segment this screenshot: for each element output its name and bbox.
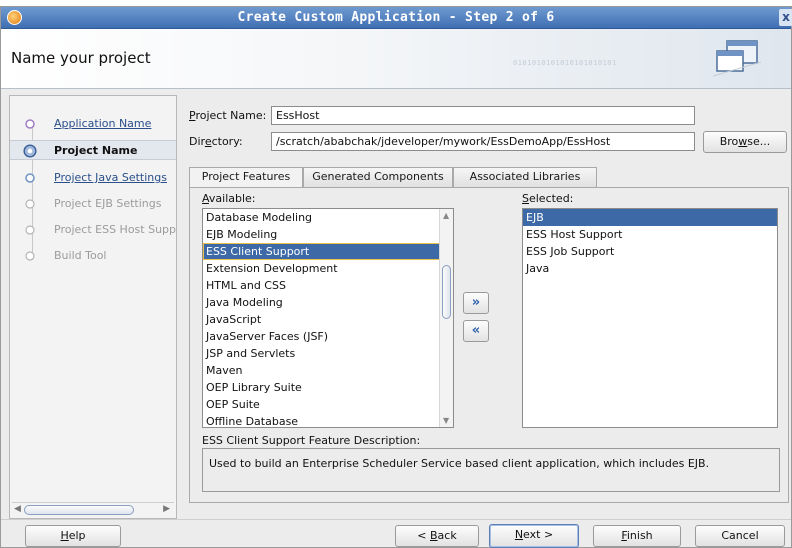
- wizard-window: Create Custom Application - Step 2 of 6 …: [0, 6, 792, 548]
- nav-step-application-name[interactable]: Application Name: [10, 114, 176, 134]
- tab-project-features[interactable]: Project Features: [189, 167, 303, 188]
- feature-list-item[interactable]: Extension Development: [203, 260, 453, 277]
- scroll-down-icon[interactable]: ▼: [443, 416, 449, 425]
- nav-step-project-name[interactable]: Project Name: [10, 140, 176, 160]
- feature-list-item[interactable]: Java Modeling: [203, 294, 453, 311]
- feature-list-item[interactable]: ESS Job Support: [523, 243, 777, 260]
- remove-feature-button[interactable]: «: [463, 320, 489, 342]
- feature-list-item[interactable]: Java: [523, 260, 777, 277]
- scroll-right-icon[interactable]: ▶: [163, 504, 170, 514]
- wizard-window-icon: [713, 40, 761, 77]
- available-label: Available:: [202, 192, 256, 205]
- binary-decoration: 0101010101010101010101: [513, 59, 617, 67]
- feature-tabs: Project Features Generated Components As…: [189, 167, 789, 188]
- scrollbar-thumb[interactable]: [442, 265, 451, 319]
- step-pending-icon: [25, 225, 35, 235]
- wizard-steps-nav: Application Name Project Name Project Ja…: [9, 95, 177, 519]
- available-features-list[interactable]: Database Modeling EJB Modeling ESS Client …: [202, 208, 454, 428]
- nav-step-build-tool: Build Tool: [10, 246, 176, 266]
- nav-step-project-ess-host-support: Project ESS Host Supp: [10, 220, 176, 240]
- project-name-label: Project Name:: [189, 109, 267, 122]
- nav-step-label: Project Name: [54, 144, 138, 157]
- project-features-panel: Available: Database Modeling EJB Modeling…: [189, 187, 789, 503]
- scrollbar-thumb[interactable]: [24, 505, 134, 515]
- add-feature-button[interactable]: »: [463, 292, 489, 314]
- directory-label: Directory:: [189, 135, 243, 148]
- finish-button[interactable]: Finish: [593, 525, 681, 547]
- page-title: Name your project: [11, 49, 151, 67]
- feature-list-item[interactable]: EJB Modeling: [203, 226, 453, 243]
- main-panel: Project Name: EssHost Directory: /scratc…: [185, 95, 791, 519]
- step-visited-icon: [25, 173, 35, 183]
- feature-list-item[interactable]: JavaScript: [203, 311, 453, 328]
- next-button[interactable]: Next >: [489, 524, 579, 548]
- wizard-header: Name your project 0101010101010101010101: [1, 29, 791, 89]
- title-bar[interactable]: Create Custom Application - Step 2 of 6 …: [1, 7, 792, 29]
- nav-step-project-java-settings[interactable]: Project Java Settings: [10, 168, 176, 188]
- feature-list-item[interactable]: ESS Client Support: [203, 243, 453, 260]
- feature-list-item[interactable]: Maven: [203, 362, 453, 379]
- browse-button[interactable]: Browse...: [703, 131, 787, 153]
- nav-step-label: Application Name: [54, 117, 152, 130]
- feature-list-item[interactable]: EJB: [523, 209, 777, 226]
- selected-features-list[interactable]: EJB ESS Host Support ESS Job Support Java: [522, 208, 778, 428]
- nav-step-label: Project Java Settings: [54, 171, 167, 184]
- nav-step-project-ejb-settings: Project EJB Settings: [10, 194, 176, 214]
- back-button[interactable]: < Back: [395, 525, 479, 547]
- selected-label: Selected:: [522, 192, 574, 205]
- step-current-icon: [23, 144, 37, 158]
- help-button[interactable]: Help: [25, 525, 121, 547]
- window-title: Create Custom Application - Step 2 of 6: [237, 10, 555, 25]
- nav-step-label: Project EJB Settings: [54, 197, 162, 210]
- tab-associated-libraries[interactable]: Associated Libraries: [453, 167, 597, 187]
- cancel-button[interactable]: Cancel: [695, 525, 785, 547]
- feature-list-item[interactable]: OEP Suite: [203, 396, 453, 413]
- footer-separator: [1, 519, 791, 520]
- directory-input[interactable]: /scratch/ababchak/jdeveloper/mywork/EssD…: [271, 132, 695, 151]
- step-pending-icon: [25, 199, 35, 209]
- feature-list-item[interactable]: ESS Host Support: [523, 226, 777, 243]
- scroll-up-icon[interactable]: ▲: [443, 211, 449, 220]
- scroll-left-icon[interactable]: ◀: [14, 504, 21, 514]
- feature-list-item[interactable]: JSP and Servlets: [203, 345, 453, 362]
- feature-list-item[interactable]: OEP Library Suite: [203, 379, 453, 396]
- close-window-button[interactable]: x: [779, 9, 792, 26]
- feature-list-item[interactable]: HTML and CSS: [203, 277, 453, 294]
- feature-description-title: ESS Client Support Feature Description:: [202, 434, 421, 447]
- nav-step-label: Build Tool: [54, 249, 107, 262]
- tab-generated-components[interactable]: Generated Components: [303, 167, 453, 187]
- available-list-scrollbar[interactable]: ▲ ▼: [439, 209, 453, 427]
- step-pending-icon: [25, 251, 35, 261]
- step-visited-icon: [25, 119, 35, 129]
- project-name-input[interactable]: EssHost: [271, 106, 695, 125]
- feature-list-item[interactable]: JavaServer Faces (JSF): [203, 328, 453, 345]
- nav-step-label: Project ESS Host Supp: [54, 223, 177, 236]
- nav-horizontal-scrollbar[interactable]: ◀ ▶: [12, 502, 174, 516]
- feature-list-item[interactable]: Offline Database: [203, 413, 453, 427]
- feature-list-item[interactable]: Database Modeling: [203, 209, 453, 226]
- feature-description-box: Used to build an Enterprise Scheduler Se…: [202, 448, 780, 492]
